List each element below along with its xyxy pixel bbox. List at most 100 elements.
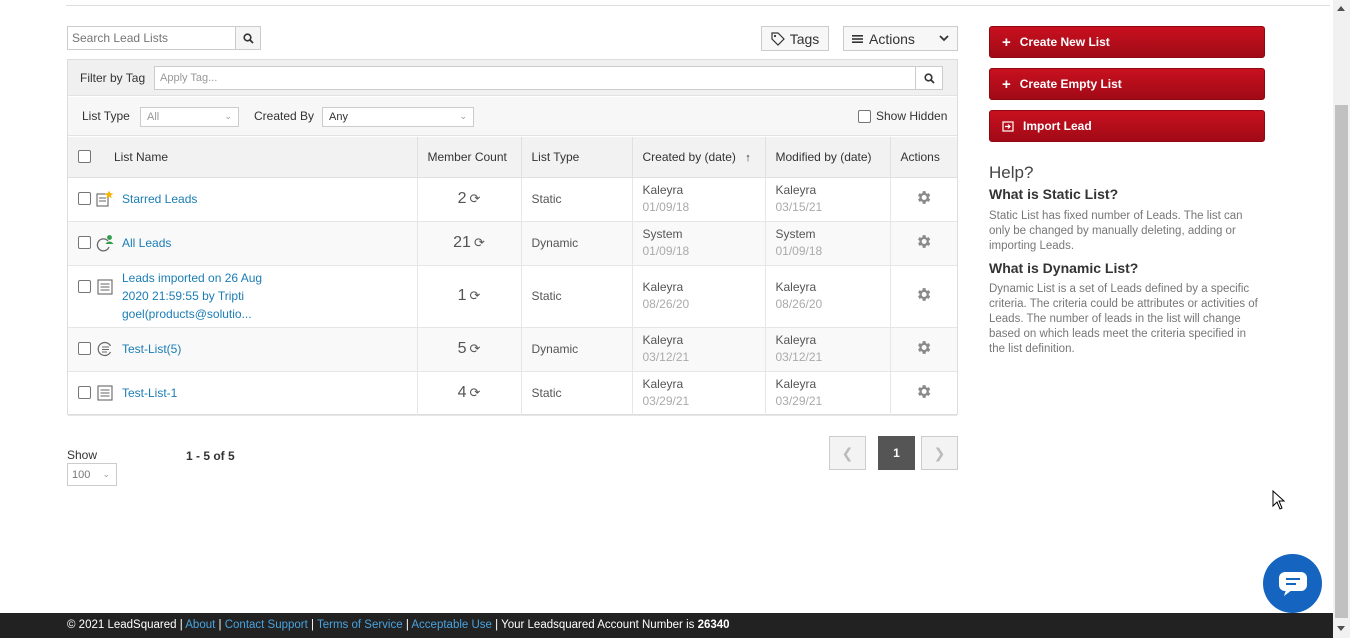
col-actions: Actions [890,137,957,178]
col-member-count[interactable]: Member Count [417,137,522,178]
gear-icon[interactable] [915,339,932,356]
row-checkbox[interactable] [78,342,91,355]
member-count: 2 [457,190,467,207]
col-list-type[interactable]: List Type [521,137,633,178]
chat-widget-button[interactable] [1263,554,1322,613]
show-hidden-toggle[interactable]: Show Hidden [858,109,947,123]
list-name-cell: All Leads [68,221,418,266]
row-checkbox[interactable] [78,386,91,399]
contact-support-link[interactable]: Contact Support [225,619,308,631]
col-created-by-label: Created by (date) [642,149,736,164]
list-name-link[interactable]: Test-List(5) [122,342,181,356]
static-list-answer: Static List has fixed number of Leads. T… [989,210,1243,252]
scroll-thumb[interactable] [1335,105,1348,618]
filter-by-tag-row: Filter by Tag Apply Tag... [68,60,957,96]
member-count-cell: 5 ⟳ [417,327,522,372]
member-count-cell: 1 ⟳ [417,265,522,328]
created-date: 01/09/18 [642,200,690,214]
next-page-button[interactable]: ❯ [921,436,958,470]
modified-by-name: Kaleyra [775,333,817,347]
list-name-link[interactable]: Test-List-1 [122,386,177,400]
list-name-link[interactable]: Starred Leads [122,192,197,206]
list-type-cell: Static [521,265,633,328]
refresh-icon[interactable]: ⟳ [470,341,481,356]
account-number: 26340 [697,619,730,631]
col-modified-by[interactable]: Modified by (date) [765,137,891,178]
refresh-icon[interactable]: ⟳ [470,385,481,400]
static-list-question: What is Static List? [989,186,1119,202]
col-created-by[interactable]: Created by (date) ↑ [632,137,766,178]
created-by-select[interactable]: Any ⌄ [322,107,474,127]
search-icon [923,72,935,84]
member-count: 5 [457,340,467,357]
about-link[interactable]: About [185,619,215,631]
modified-date: 03/29/21 [775,394,823,408]
list-name-link[interactable]: All Leads [122,236,171,250]
actions-dropdown[interactable]: Actions [843,26,958,51]
scroll-up-arrow[interactable] [1337,6,1345,11]
scroll-down-arrow[interactable] [1337,626,1345,631]
chat-icon [1278,571,1307,596]
chevron-down-icon [939,35,949,42]
refresh-icon[interactable]: ⟳ [470,191,481,206]
created-cell: Kaleyra 01/09/18 [632,177,766,222]
refresh-icon[interactable]: ⟳ [474,235,485,250]
gear-icon[interactable] [915,189,932,206]
col-list-type-label: List Type [531,149,580,164]
page-scrollbar[interactable] [1333,0,1350,638]
col-member-count-label: Member Count [427,149,507,164]
search-button[interactable] [235,27,260,49]
col-list-name[interactable]: List Name [68,137,418,178]
select-all-checkbox[interactable] [78,150,91,163]
create-new-list-button[interactable]: + Create New List [989,26,1265,58]
refresh-icon[interactable]: ⟳ [470,288,481,303]
table-row: Test-List-1 4 ⟳ Static Kaleyra 03/29/21 Ka… [68,371,957,416]
page-size-select[interactable]: 100 ⌄ [67,463,117,486]
table-row: All Leads 21 ⟳ Dynamic System 01/09/18 Sys… [68,221,957,266]
gear-icon[interactable] [915,286,932,303]
actions-label: Actions [869,30,915,47]
footer-separator: | [176,619,186,631]
created-by-name: Kaleyra [642,280,684,294]
help-title: Help? [989,163,1034,182]
list-name-cell: Test-List(5) [68,327,418,372]
create-empty-list-button[interactable]: + Create Empty List [989,68,1265,100]
gear-icon[interactable] [915,233,932,250]
modified-date: 08/26/20 [775,297,823,311]
modified-by-name: Kaleyra [775,377,817,391]
list-name-link[interactable]: Leads imported on 26 Aug 2020 21:59:55 b… [122,269,411,323]
import-lead-button[interactable]: Import Lead [989,110,1265,142]
search-input[interactable] [68,27,236,49]
list-name-line: goel(products@solutio... [122,307,252,321]
account-text: Your Leadsquared Account Number is [501,619,698,631]
tags-label: Tags [789,30,820,47]
show-hidden-checkbox[interactable] [858,109,871,123]
created-by-name: Kaleyra [642,377,684,391]
created-cell: Kaleyra 03/29/21 [632,371,766,416]
prev-page-button[interactable]: ❮ [829,436,866,470]
terms-link[interactable]: Terms of Service [317,619,403,631]
member-count-cell: 2 ⟳ [417,177,522,222]
member-count: 4 [457,384,467,401]
apply-tag-input[interactable]: Apply Tag... [154,66,943,90]
show-hidden-label: Show Hidden [876,109,948,123]
member-count-cell: 21 ⟳ [417,221,522,266]
top-divider [66,5,1330,6]
row-checkbox[interactable] [78,236,91,249]
tags-button[interactable]: Tags [761,26,829,51]
list-type-select[interactable]: All ⌄ [140,107,239,127]
page-1-button[interactable]: 1 [878,436,915,470]
row-checkbox[interactable] [78,279,91,293]
search-lists-field[interactable] [67,26,261,50]
modified-cell: System 01/09/18 [765,221,891,266]
acceptable-use-link[interactable]: Acceptable Use [411,619,492,631]
created-cell: Kaleyra 08/26/20 [632,265,766,328]
gear-icon[interactable] [915,383,932,400]
list-type-label: List Type [82,109,130,123]
lead-lists-panel: Filter by Tag Apply Tag... List Type All… [67,59,958,416]
modified-date: 03/12/21 [775,350,823,364]
modified-by-name: Kaleyra [775,280,817,294]
row-checkbox[interactable] [78,192,91,205]
footer-separator: | [307,619,317,631]
tag-search-button[interactable] [915,66,943,90]
